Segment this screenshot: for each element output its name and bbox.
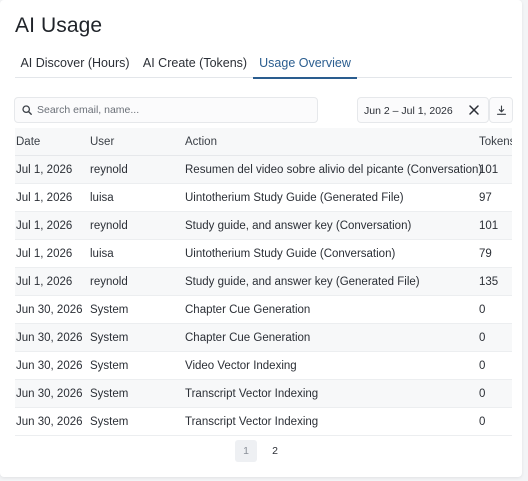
- cell-date: Jul 1, 2026: [16, 192, 73, 204]
- cell-user: luisa: [90, 192, 114, 204]
- column-header-user[interactable]: User: [90, 136, 114, 148]
- cell-tokens: 101: [479, 220, 499, 232]
- table-row: Jun 30, 2026 System Transcript Vector Inde…: [15, 380, 512, 408]
- cell-date: Jun 30, 2026: [16, 304, 83, 316]
- table-row: Jun 30, 2026 System Chapter Cue Generation…: [15, 296, 512, 324]
- cell-date: Jul 1, 2026: [16, 164, 73, 176]
- page-title: AI Usage: [15, 14, 103, 37]
- cell-action: Transcript Vector Indexing: [185, 416, 319, 428]
- table-row: Jul 1, 2026 reynold Study guide, and answe…: [15, 212, 512, 240]
- download-icon: [496, 105, 507, 115]
- cell-user: luisa: [90, 248, 114, 260]
- table-row: Jun 30, 2026 System Transcript Vector Inde…: [15, 408, 512, 436]
- cell-tokens: 0: [479, 332, 486, 344]
- cell-action: Chapter Cue Generation: [185, 304, 311, 316]
- cell-action: Uintotherium Study Guide (Generated File…: [185, 192, 404, 204]
- tab-ai-discover[interactable]: AI Discover (Hours): [15, 48, 135, 78]
- cell-action: Study guide, and answer key (Conversatio…: [185, 220, 412, 232]
- table-row: Jul 1, 2026 reynold Study guide, and answe…: [15, 268, 512, 296]
- cell-date: Jun 30, 2026: [16, 388, 83, 400]
- table-row: Jun 30, 2026 System Chapter Cue Generation…: [15, 324, 512, 352]
- cell-date: Jun 30, 2026: [16, 416, 83, 428]
- date-range-value: Jun 2 – Jul 1, 2026: [364, 105, 453, 117]
- tab-bar: AI Discover (Hours) AI Create (Tokens) U…: [15, 48, 512, 79]
- cell-date: Jul 1, 2026: [16, 220, 73, 232]
- table-row: Jul 1, 2026 reynold Resumen del video sobr…: [15, 156, 512, 184]
- cell-action: Uintotherium Study Guide (Conversation): [185, 248, 396, 260]
- cell-date: Jun 30, 2026: [16, 360, 83, 372]
- cell-tokens: 101: [479, 164, 499, 176]
- cell-action: Resumen del video sobre alivio del pican…: [185, 164, 483, 176]
- cell-tokens: 0: [479, 416, 486, 428]
- close-icon[interactable]: [467, 103, 481, 117]
- cell-tokens: 135: [479, 276, 499, 288]
- tab-ai-create[interactable]: AI Create (Tokens): [141, 48, 249, 78]
- cell-user: reynold: [90, 164, 128, 176]
- cell-action: Video Vector Indexing: [185, 360, 297, 372]
- cell-tokens: 0: [479, 360, 486, 372]
- cell-user: System: [90, 304, 129, 316]
- date-range-picker[interactable]: Jun 2 – Jul 1, 2026: [357, 97, 489, 123]
- cell-user: System: [90, 360, 129, 372]
- tab-usage-overview[interactable]: Usage Overview: [253, 48, 357, 79]
- cell-action: Transcript Vector Indexing: [185, 388, 319, 400]
- cell-date: Jul 1, 2026: [16, 276, 73, 288]
- cell-user: System: [90, 416, 129, 428]
- cell-tokens: 0: [479, 388, 486, 400]
- cell-action: Study guide, and answer key (Generated F…: [185, 276, 420, 288]
- cell-tokens: 97: [479, 192, 492, 204]
- cell-tokens: 79: [479, 248, 492, 260]
- search-input[interactable]: [37, 101, 313, 119]
- cell-action: Chapter Cue Generation: [185, 332, 311, 344]
- cell-date: Jul 1, 2026: [16, 248, 73, 260]
- cell-user: System: [90, 332, 129, 344]
- ai-usage-panel: AI Usage AI Discover (Hours) AI Create (…: [0, 0, 522, 477]
- column-header-date[interactable]: Date: [16, 136, 40, 148]
- search-box[interactable]: [14, 97, 318, 123]
- table-row: Jul 1, 2026 luisa Uintotherium Study Guide…: [15, 184, 512, 212]
- download-button[interactable]: [489, 97, 513, 123]
- page-2-button[interactable]: 2: [264, 440, 286, 462]
- cell-tokens: 0: [479, 304, 486, 316]
- search-icon: [22, 105, 32, 115]
- page-1-button[interactable]: 1: [235, 440, 257, 462]
- table-row: Jul 1, 2026 luisa Uintotherium Study Guide…: [15, 240, 512, 268]
- cell-date: Jun 30, 2026: [16, 332, 83, 344]
- cell-user: reynold: [90, 220, 128, 232]
- column-header-tokens[interactable]: Tokens: [479, 136, 512, 148]
- cell-user: reynold: [90, 276, 128, 288]
- usage-table: Date User Action Tokens Jul 1, 2026 reyno…: [15, 128, 512, 436]
- cell-user: System: [90, 388, 129, 400]
- table-row: Jun 30, 2026 System Video Vector Indexing 0: [15, 352, 512, 380]
- column-header-action[interactable]: Action: [185, 136, 217, 148]
- table-header-row: Date User Action Tokens: [15, 128, 512, 156]
